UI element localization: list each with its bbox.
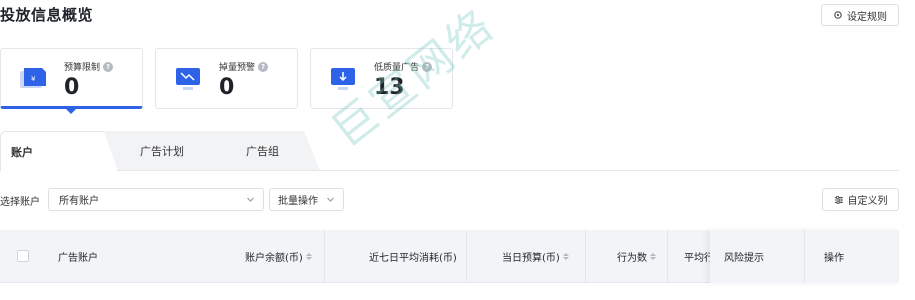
column-header[interactable]: 广告账户	[58, 230, 98, 283]
select-all-checkbox[interactable]	[17, 250, 29, 262]
custom-columns-label: 自定义列	[847, 196, 888, 207]
header-label: 近七日平均消耗(币)	[369, 253, 457, 264]
batch-select-value: 批量操作	[278, 196, 318, 207]
header-label: 广告账户	[58, 253, 98, 264]
column-divider	[324, 230, 325, 283]
account-select-value: 所有账户	[59, 196, 99, 207]
header-label: 当日预算(币)	[502, 253, 560, 264]
custom-columns-button[interactable]: 自定义列	[822, 188, 899, 211]
column-header: 操作	[824, 230, 844, 283]
header-label: 操作	[824, 253, 844, 264]
tab-label: 广告计划	[140, 145, 184, 158]
header-label: 风险提示	[724, 253, 764, 264]
set-rules-label: 设定规则	[847, 11, 887, 23]
chevron-down-icon	[327, 197, 334, 202]
sort-icon[interactable]	[650, 253, 656, 260]
tab-account[interactable]: 账户	[0, 131, 118, 171]
card-label: 掉量预警	[219, 63, 256, 73]
sliders-icon	[834, 195, 843, 204]
card-budget-limit[interactable]: ¥ 预算限制 ? 0	[0, 48, 143, 109]
column-divider	[667, 230, 668, 283]
tab-ad-plan[interactable]: 广告计划	[102, 131, 222, 171]
budget-icon: ¥	[18, 66, 48, 92]
column-divider	[804, 230, 805, 283]
tab-label: 广告组	[246, 145, 279, 158]
tab-ad-group[interactable]: 广告组	[205, 131, 320, 171]
column-divider	[466, 230, 467, 283]
card-low-quality-ads[interactable]: 低质量广告 ? 13	[310, 48, 453, 109]
column-header: 风险提示	[724, 230, 764, 283]
help-icon[interactable]: ?	[258, 61, 269, 72]
column-divider	[585, 230, 586, 283]
svg-text:¥: ¥	[31, 75, 36, 83]
low-quality-icon	[328, 66, 358, 92]
fixed-columns: 风险提示 操作	[710, 230, 899, 283]
account-select[interactable]: 所有账户	[48, 188, 264, 211]
batch-operation-select[interactable]: 批量操作	[269, 188, 344, 211]
card-value: 0	[64, 75, 80, 100]
card-value: 13	[374, 75, 405, 100]
card-drop-alert[interactable]: 掉量预警 ? 0	[155, 48, 298, 109]
card-label: 低质量广告	[374, 63, 420, 73]
chevron-down-icon	[247, 197, 254, 202]
header-label: 行为数	[617, 253, 647, 264]
card-label: 预算限制	[64, 63, 101, 73]
sort-icon[interactable]	[305, 253, 312, 260]
card-value: 0	[219, 75, 235, 100]
help-icon[interactable]: ?	[422, 61, 433, 72]
drop-alert-icon	[173, 66, 203, 92]
account-filter-label: 选择账户	[0, 197, 40, 208]
sort-icon[interactable]	[562, 253, 569, 260]
page-title: 投放信息概览	[0, 6, 94, 24]
table-header: 广告账户 账户余额(币) 近七日平均消耗(币) 当日预算(币) 行为数 平均行 …	[0, 230, 899, 283]
help-icon[interactable]: ?	[103, 61, 114, 72]
column-header[interactable]: 行为数	[617, 230, 656, 283]
tabs-divider	[0, 170, 899, 171]
column-header[interactable]: 近七日平均消耗(币)	[369, 230, 457, 283]
header-label: 账户余额(币)	[245, 253, 303, 264]
column-header[interactable]: 账户余额(币)	[245, 230, 312, 283]
column-header[interactable]: 当日预算(币)	[502, 230, 569, 283]
set-rules-button[interactable]: 设定规则	[821, 4, 899, 26]
gear-icon	[834, 11, 842, 19]
active-card-pointer	[65, 108, 77, 114]
tab-label: 账户	[11, 145, 33, 159]
